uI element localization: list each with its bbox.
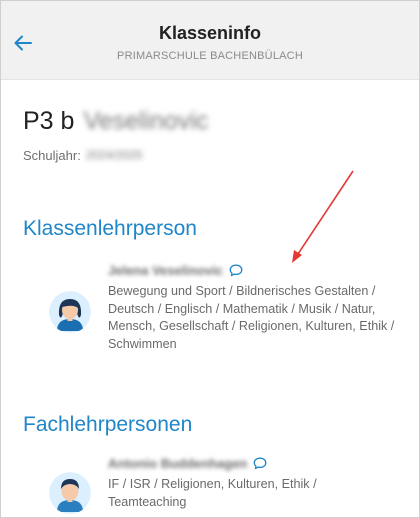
class-label: P3 b [23,107,75,135]
page-title: Klasseninfo [158,23,262,43]
class-teacher-name-row: Jelena Veselinovic [108,263,243,278]
schoolyear: Schuljahr: 2024/2025 [23,148,143,163]
schoolyear-value: 2024/2025 [85,148,143,162]
teacher-avatar-female [49,291,91,333]
teacher-avatar-male [49,472,91,514]
class-teacher-name: Jelena Veselinovic [108,263,223,278]
app-screen: Klasseninfo PRIMARSCHULE BACHENBÜLACH P3… [0,0,420,518]
class-teacher-heading: Klassenlehrperson [23,217,197,240]
top-bar: Klasseninfo PRIMARSCHULE BACHENBÜLACH [1,1,419,80]
subject-teacher-name: Antonio Buddenhagen [108,456,248,471]
subject-teacher-name-row: Antonio Buddenhagen [108,456,267,471]
schoolyear-label: Schuljahr: [23,148,81,163]
class-teacher-surname: Veselinovic [83,107,209,135]
chat-bubble-icon[interactable] [229,264,243,277]
subject-teacher-subjects: IF / ISR / Religionen, Kulturen, Ethik /… [108,477,317,509]
class-teacher-subjects: Bewegung und Sport / Bildnerisches Gesta… [108,284,395,351]
chat-bubble-icon[interactable] [253,457,267,470]
class-title: P3 b Veselinovic [23,107,209,136]
subject-teachers-heading: Fachlehrpersonen [23,413,193,436]
school-name: PRIMARSCHULE BACHENBÜLACH [117,50,303,62]
